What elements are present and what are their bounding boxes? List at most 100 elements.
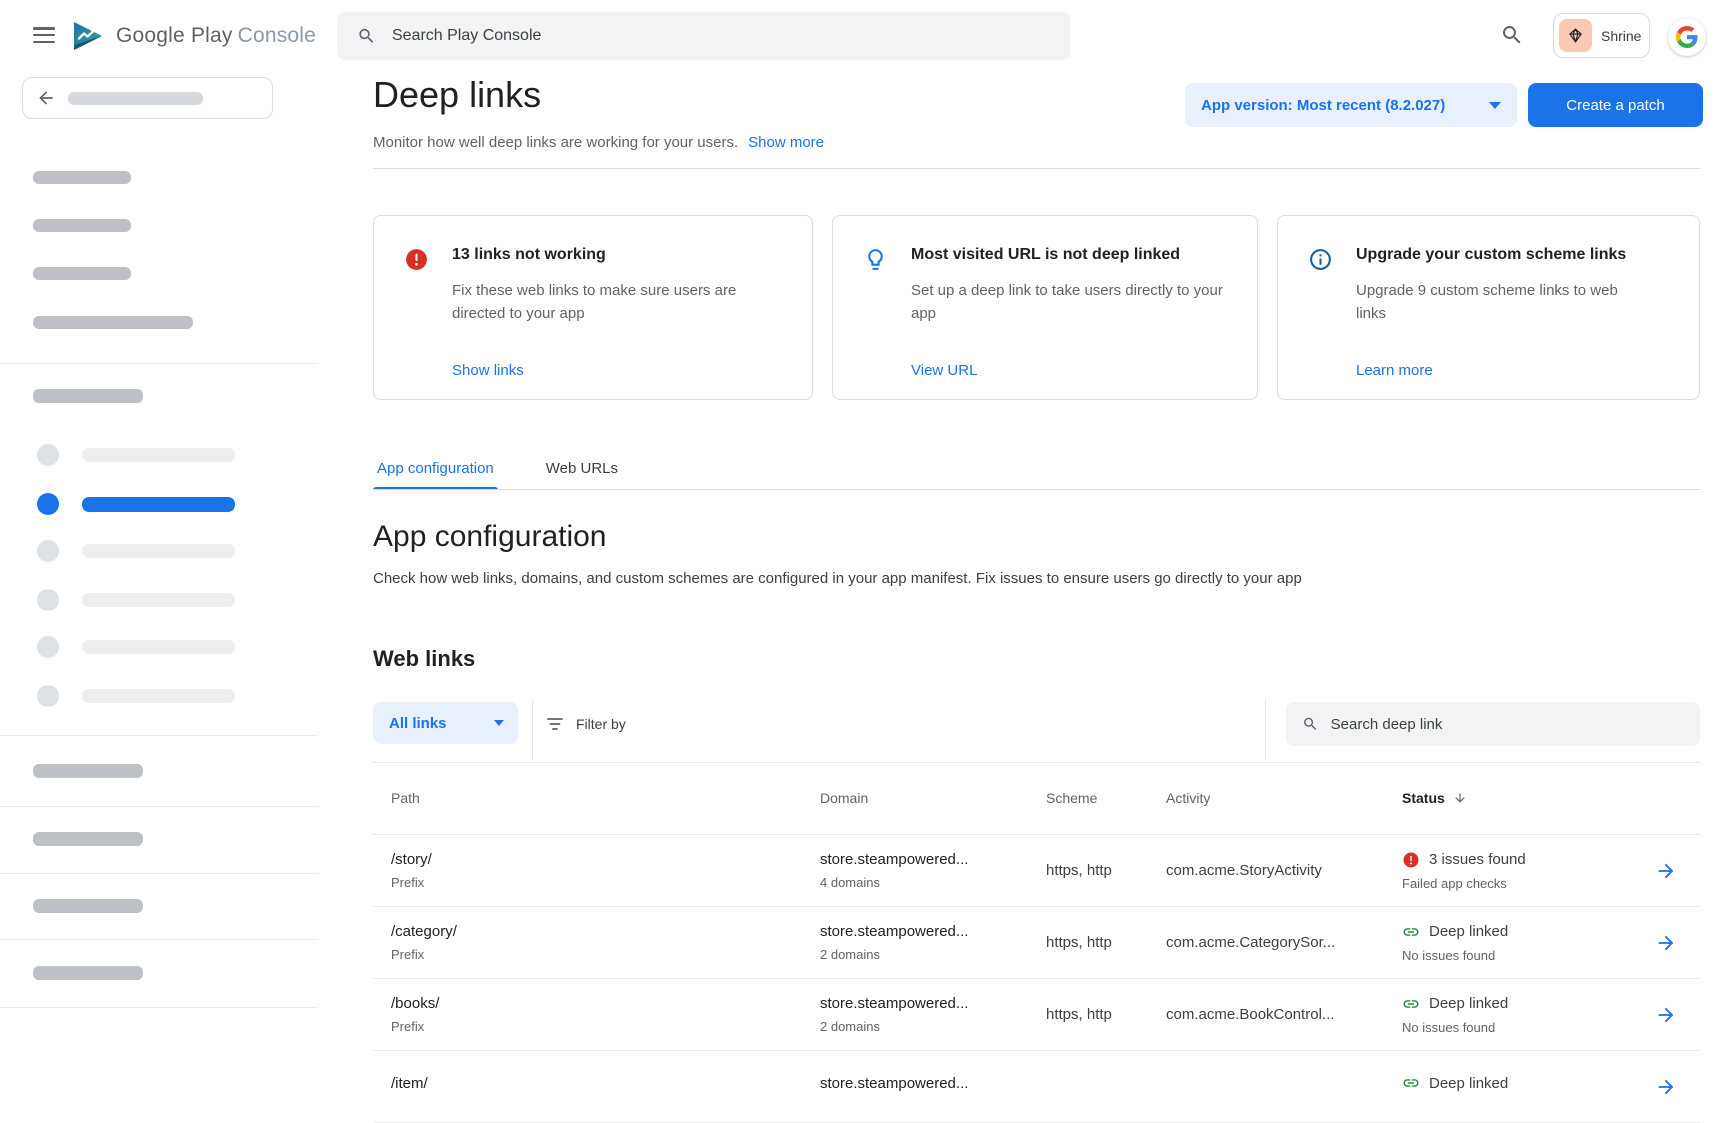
app-version-selector[interactable]: App version: Most recent (8.2.027) bbox=[1185, 83, 1517, 127]
card-title: 13 links not working bbox=[452, 246, 788, 264]
nav-item-icon bbox=[37, 444, 59, 466]
shrine-app-icon bbox=[1559, 19, 1592, 52]
shrine-diamond-icon bbox=[1567, 27, 1584, 44]
tab-bar-divider bbox=[373, 489, 1700, 490]
search-icon bbox=[1302, 715, 1319, 733]
info-icon bbox=[1308, 246, 1334, 379]
sidebar-divider bbox=[0, 363, 318, 364]
card-body: Upgrade 9 custom scheme links to web lin… bbox=[1356, 279, 1641, 325]
filter-by-label: Filter by bbox=[576, 716, 626, 732]
back-arrow-icon bbox=[36, 88, 56, 108]
tab-web-urls[interactable]: Web URLs bbox=[542, 452, 622, 490]
sidebar-nav-item-active[interactable] bbox=[37, 493, 237, 515]
topbar-search-icon[interactable] bbox=[1500, 23, 1524, 47]
app-version-label: App version: Most recent (8.2.027) bbox=[1201, 97, 1445, 114]
deep-link-search-bar[interactable] bbox=[1286, 702, 1700, 746]
column-header-path: Path bbox=[373, 790, 802, 806]
card-links-not-working: 13 links not working Fix these web links… bbox=[373, 215, 813, 400]
toolbar-divider bbox=[1265, 700, 1266, 760]
skeleton-bar bbox=[33, 171, 131, 184]
create-patch-button[interactable]: Create a patch bbox=[1528, 83, 1703, 127]
tab-bar: App configuration Web URLs bbox=[373, 452, 666, 490]
learn-more-link[interactable]: Learn more bbox=[1356, 362, 1675, 379]
card-most-visited-url: Most visited URL is not deep linked Set … bbox=[832, 215, 1258, 400]
chevron-down-icon bbox=[1489, 102, 1501, 109]
deep-linked-icon bbox=[1402, 995, 1420, 1013]
sidebar-divider bbox=[0, 873, 318, 874]
row-arrow-icon[interactable] bbox=[1632, 860, 1700, 882]
card-title: Upgrade your custom scheme links bbox=[1356, 246, 1675, 264]
column-header-status[interactable]: Status bbox=[1384, 790, 1632, 806]
page-subtitle: Monitor how well deep links are working … bbox=[373, 134, 738, 151]
card-body: Fix these web links to make sure users a… bbox=[452, 279, 767, 325]
nav-item-icon bbox=[37, 493, 59, 515]
logo-text: Google PlayConsole bbox=[116, 24, 316, 48]
skeleton-bar bbox=[33, 966, 143, 980]
error-icon bbox=[404, 246, 430, 379]
sidebar-divider bbox=[0, 1007, 318, 1008]
logo-console: Console bbox=[238, 24, 316, 47]
header-divider bbox=[373, 168, 1700, 169]
google-account-avatar[interactable] bbox=[1668, 18, 1706, 56]
table-header-row: Path Domain Scheme Activity Status bbox=[373, 762, 1700, 835]
sidebar-nav-item[interactable] bbox=[37, 685, 237, 707]
menu-hamburger-icon[interactable] bbox=[33, 27, 55, 43]
tab-app-configuration[interactable]: App configuration bbox=[373, 452, 498, 490]
sidebar-nav-item[interactable] bbox=[37, 444, 237, 466]
skeleton-bar bbox=[33, 764, 143, 778]
row-arrow-icon[interactable] bbox=[1632, 932, 1700, 954]
row-arrow-icon[interactable] bbox=[1632, 1004, 1700, 1026]
skeleton-section-label bbox=[33, 389, 143, 403]
error-icon bbox=[1402, 851, 1420, 869]
sort-descending-icon bbox=[1453, 791, 1467, 805]
sidebar-nav-item[interactable] bbox=[37, 540, 237, 562]
deep-link-search-input[interactable] bbox=[1331, 716, 1684, 733]
skeleton-bar bbox=[82, 593, 235, 607]
table-row[interactable]: /item/ store.steampowered... Deep linked bbox=[373, 1051, 1700, 1123]
toolbar-divider bbox=[532, 700, 533, 760]
chevron-down-icon bbox=[494, 720, 504, 726]
card-upgrade-scheme-links: Upgrade your custom scheme links Upgrade… bbox=[1277, 215, 1700, 400]
section-description: Check how web links, domains, and custom… bbox=[373, 570, 1302, 587]
logo-google-play: Google Play bbox=[116, 24, 233, 47]
show-links-link[interactable]: Show links bbox=[452, 362, 788, 379]
table-row[interactable]: /category/Prefix store.steampowered...2 … bbox=[373, 907, 1700, 979]
row-arrow-icon[interactable] bbox=[1632, 1076, 1700, 1098]
sidebar-nav-item[interactable] bbox=[37, 636, 237, 658]
skeleton-bar bbox=[33, 316, 193, 329]
page-title: Deep links bbox=[373, 74, 541, 116]
lightbulb-icon bbox=[863, 246, 889, 379]
section-heading: App configuration bbox=[373, 520, 607, 554]
sidebar-back-button[interactable] bbox=[22, 77, 273, 119]
web-links-table: Path Domain Scheme Activity Status /stor… bbox=[373, 762, 1700, 1123]
skeleton-bar bbox=[68, 92, 203, 105]
skeleton-bar bbox=[82, 640, 235, 654]
play-console-logo: Google PlayConsole bbox=[72, 21, 316, 51]
sidebar-divider bbox=[0, 735, 318, 736]
show-more-link[interactable]: Show more bbox=[748, 134, 824, 151]
skeleton-bar bbox=[33, 832, 143, 846]
web-links-heading: Web links bbox=[373, 646, 475, 672]
app-switcher-chip[interactable]: Shrine bbox=[1553, 13, 1650, 58]
nav-item-icon bbox=[37, 636, 59, 658]
filter-by-control[interactable]: Filter by bbox=[546, 712, 626, 736]
sidebar-nav-item[interactable] bbox=[37, 589, 237, 611]
google-g-icon bbox=[1676, 26, 1698, 48]
skeleton-bar bbox=[82, 544, 235, 558]
view-url-link[interactable]: View URL bbox=[911, 362, 1233, 379]
links-filter-value: All links bbox=[389, 715, 447, 732]
nav-item-icon bbox=[37, 540, 59, 562]
filter-icon bbox=[546, 717, 564, 731]
search-icon bbox=[357, 26, 376, 46]
card-body: Set up a deep link to take users directl… bbox=[911, 279, 1231, 325]
links-filter-dropdown[interactable]: All links bbox=[373, 702, 518, 744]
table-row[interactable]: /books/Prefix store.steampowered...2 dom… bbox=[373, 979, 1700, 1051]
table-row[interactable]: /story/Prefix store.steampowered...4 dom… bbox=[373, 835, 1700, 907]
app-switcher-label: Shrine bbox=[1601, 28, 1641, 44]
column-header-scheme: Scheme bbox=[1028, 790, 1148, 806]
sidebar-divider bbox=[0, 939, 318, 940]
nav-item-icon bbox=[37, 589, 59, 611]
console-search-bar[interactable] bbox=[337, 12, 1070, 60]
console-search-input[interactable] bbox=[392, 27, 1050, 45]
play-console-logo-icon bbox=[72, 21, 104, 51]
